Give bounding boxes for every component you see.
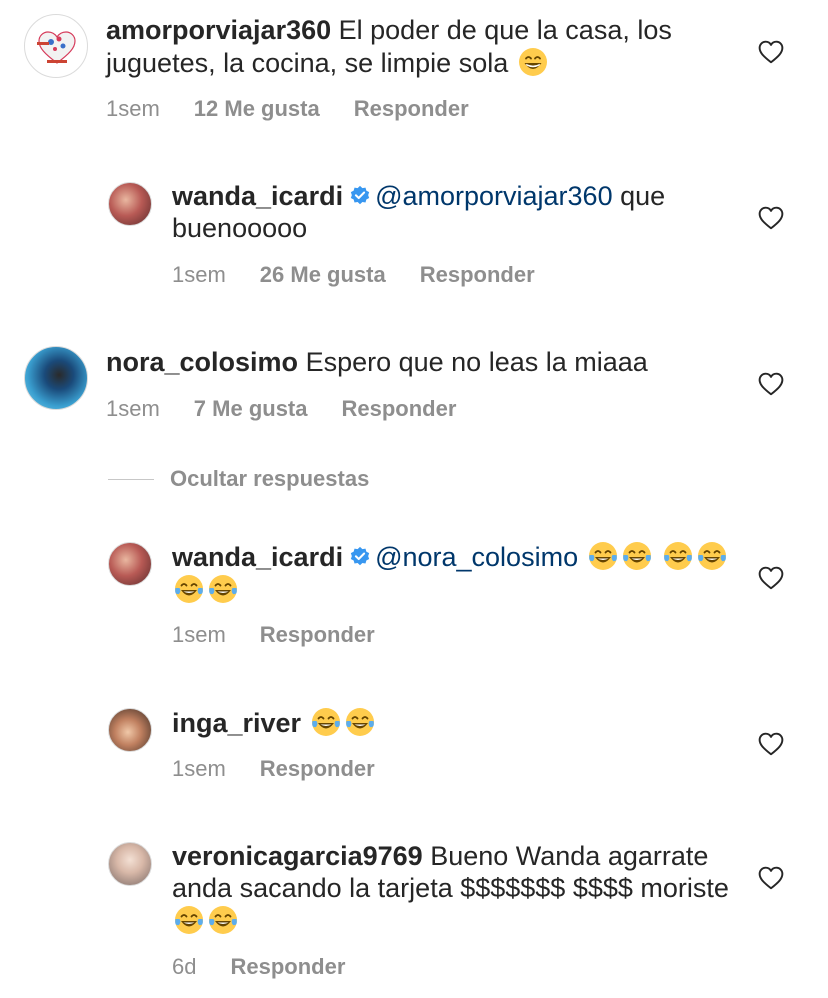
heart-map-logo-icon [37, 31, 76, 64]
comment-meta: 1sem 7 Me gusta Responder [106, 396, 456, 422]
comment-meta: 6d Responder [172, 954, 345, 980]
tears-of-joy-emoji-icon [696, 540, 728, 572]
mention-link[interactable]: @amorporviajar360 [375, 181, 613, 211]
timestamp: 1sem [106, 96, 160, 121]
avatar[interactable] [24, 14, 88, 78]
comment-body: wanda_icardi @nora_colosimo [172, 540, 732, 606]
heart-icon[interactable] [758, 566, 784, 590]
avatar[interactable] [108, 182, 152, 226]
username[interactable]: inga_river [172, 708, 301, 738]
tears-of-joy-emoji-icon [173, 573, 205, 605]
comment-meta: 1sem 26 Me gusta Responder [172, 262, 535, 288]
tears-of-joy-emoji-icon [621, 540, 653, 572]
comment-meta: 1sem Responder [172, 756, 375, 782]
avatar[interactable] [108, 708, 152, 752]
divider [108, 478, 154, 480]
reply-button[interactable]: Responder [354, 96, 469, 122]
likes-count[interactable]: 26 Me gusta [260, 262, 386, 288]
heart-icon[interactable] [758, 372, 784, 396]
reply-button[interactable]: Responder [260, 756, 375, 782]
comment-body: nora_colosimo Espero que no leas la miaa… [106, 346, 746, 378]
heart-icon[interactable] [758, 866, 784, 890]
grinning-face-emoji-icon [517, 46, 549, 78]
timestamp: 6d [172, 954, 197, 979]
likes-count[interactable]: 7 Me gusta [194, 396, 308, 422]
tears-of-joy-emoji-icon [344, 706, 376, 738]
mention-link[interactable]: @nora_colosimo [375, 542, 578, 572]
reply-button[interactable]: Responder [230, 954, 345, 980]
comment-body: amorporviajar360 El poder de que la casa… [106, 14, 746, 79]
verified-badge-icon [349, 185, 371, 207]
timestamp: 1sem [172, 756, 226, 781]
tears-of-joy-emoji-icon [207, 573, 239, 605]
heart-icon[interactable] [758, 732, 784, 756]
timestamp: 1sem [172, 622, 226, 647]
hide-replies-button[interactable]: Ocultar respuestas [108, 466, 369, 492]
comment-body: inga_river [172, 706, 732, 739]
timestamp: 1sem [106, 396, 160, 421]
username[interactable]: nora_colosimo [106, 347, 298, 377]
tears-of-joy-emoji-icon [207, 904, 239, 936]
comment-meta: 1sem 12 Me gusta Responder [106, 96, 469, 122]
tears-of-joy-emoji-icon [173, 904, 205, 936]
tears-of-joy-emoji-icon [662, 540, 694, 572]
hide-replies-label: Ocultar respuestas [170, 466, 370, 491]
tears-of-joy-emoji-icon [587, 540, 619, 572]
username[interactable]: amorporviajar360 [106, 15, 331, 45]
comment-body: veronicagarcia9769 Bueno Wanda agarrate … [172, 840, 732, 937]
avatar[interactable] [108, 842, 152, 886]
likes-count[interactable]: 12 Me gusta [194, 96, 320, 122]
comment-meta: 1sem Responder [172, 622, 375, 648]
verified-badge-icon [349, 546, 371, 568]
username[interactable]: wanda_icardi [172, 542, 343, 572]
comment-text: Espero que no leas la miaaa [305, 347, 648, 377]
reply-button[interactable]: Responder [260, 622, 375, 648]
tears-of-joy-emoji-icon [310, 706, 342, 738]
reply-button[interactable]: Responder [420, 262, 535, 288]
comment-body: wanda_icardi @amorporviajar360 que buenoo… [172, 180, 732, 244]
timestamp: 1sem [172, 262, 226, 287]
avatar[interactable] [24, 346, 88, 410]
heart-icon[interactable] [758, 40, 784, 64]
heart-icon[interactable] [758, 206, 784, 230]
username[interactable]: wanda_icardi [172, 181, 343, 211]
avatar[interactable] [108, 542, 152, 586]
username[interactable]: veronicagarcia9769 [172, 841, 423, 871]
reply-button[interactable]: Responder [342, 396, 457, 422]
